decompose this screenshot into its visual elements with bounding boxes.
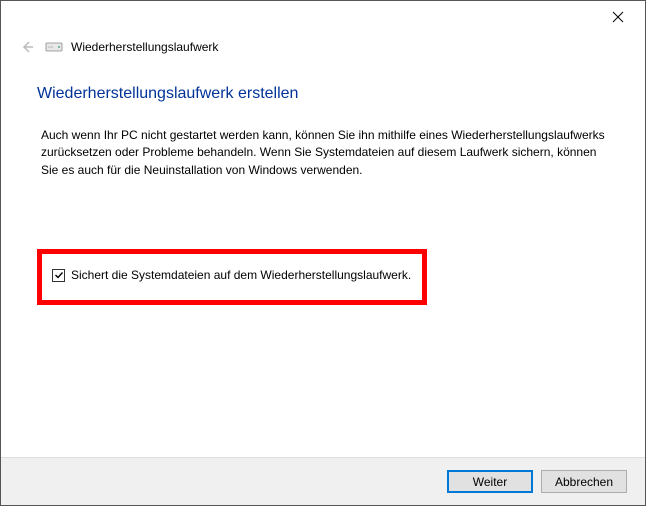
checkbox-row: Sichert die Systemdateien auf dem Wieder… bbox=[52, 268, 412, 282]
back-button[interactable] bbox=[17, 37, 37, 57]
next-button[interactable]: Weiter bbox=[447, 470, 533, 493]
footer: Weiter Abbrechen bbox=[1, 457, 645, 505]
close-button[interactable] bbox=[601, 5, 635, 29]
content-area: Wiederherstellungslaufwerk erstellen Auc… bbox=[1, 65, 645, 305]
description-text: Auch wenn Ihr PC nicht gestartet werden … bbox=[37, 127, 609, 179]
backup-system-files-checkbox[interactable] bbox=[52, 269, 65, 282]
checkbox-highlight-box: Sichert die Systemdateien auf dem Wieder… bbox=[37, 249, 427, 305]
titlebar bbox=[1, 1, 645, 33]
checkbox-label: Sichert die Systemdateien auf dem Wieder… bbox=[71, 268, 411, 282]
cancel-button[interactable]: Abbrechen bbox=[541, 470, 627, 493]
checkmark-icon bbox=[54, 270, 64, 280]
close-icon bbox=[612, 11, 624, 23]
header-title: Wiederherstellungslaufwerk bbox=[71, 40, 218, 54]
page-title: Wiederherstellungslaufwerk erstellen bbox=[37, 85, 609, 103]
back-arrow-icon bbox=[19, 39, 35, 55]
drive-icon bbox=[45, 40, 63, 54]
header-row: Wiederherstellungslaufwerk bbox=[1, 33, 645, 65]
